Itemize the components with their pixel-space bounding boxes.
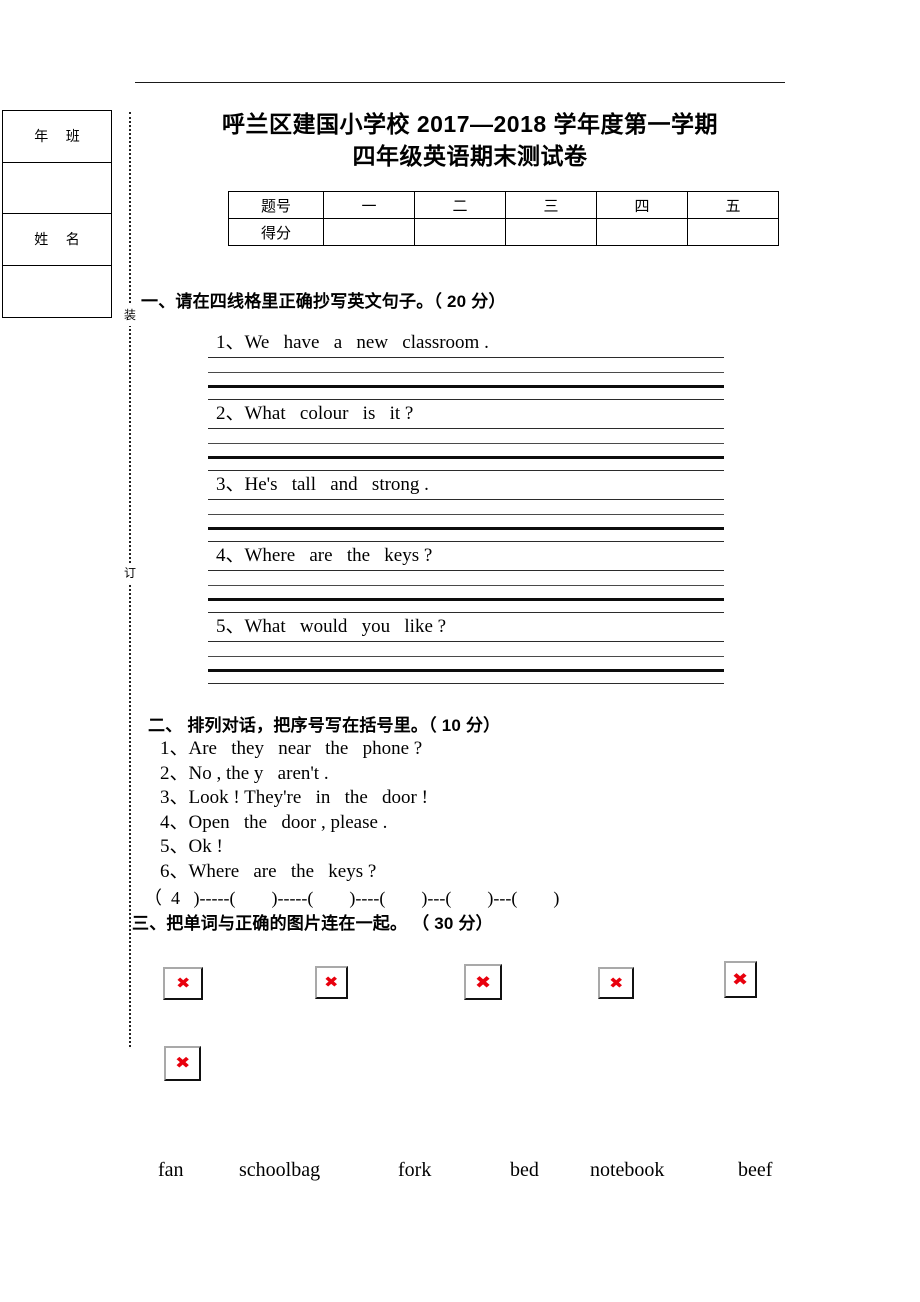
vocabulary-word-fork[interactable]: fork bbox=[398, 1159, 431, 1182]
question-number-2: 二 bbox=[414, 191, 506, 219]
grid-line-base bbox=[208, 598, 724, 601]
list-item: 5、Ok ! bbox=[160, 836, 223, 857]
broken-image-placeholder-6[interactable]: ✖ bbox=[164, 1046, 201, 1081]
dialogue-answer-blanks[interactable]: （ 4 )-----( )-----( )----( )---( )---( ) bbox=[144, 884, 559, 910]
grid-line-base bbox=[208, 385, 724, 388]
sentence-1: 1、We have a new classroom . bbox=[216, 332, 489, 353]
grid-line-bottom bbox=[208, 470, 724, 471]
vocabulary-word-beef[interactable]: beef bbox=[738, 1159, 772, 1182]
sentence-5: 5、What would you like ? bbox=[216, 616, 447, 637]
broken-image-placeholder-2[interactable]: ✖ bbox=[315, 966, 348, 999]
writing-grid-1: 1、We have a new classroom . bbox=[208, 330, 724, 401]
student-identification-box: 年 班 姓 名 bbox=[2, 110, 112, 318]
writing-grid-3: 3、He's tall and strong . bbox=[208, 472, 724, 543]
close-icon: ✖ bbox=[608, 974, 624, 992]
grid-line-upper bbox=[208, 443, 724, 444]
score-cell-2[interactable] bbox=[414, 218, 506, 246]
grid-line-top bbox=[208, 570, 724, 571]
table-row-question-numbers: 题号 一 二 三 四 五 bbox=[228, 191, 779, 219]
id-row-class-blank bbox=[3, 163, 111, 214]
list-item: 6、Where are the keys ? bbox=[160, 860, 377, 882]
four-line-writing-area: 1、We have a new classroom . 2、What colou… bbox=[208, 330, 724, 685]
close-icon: ✖ bbox=[732, 970, 749, 989]
table-row-scores: 得分 bbox=[228, 218, 779, 246]
grid-line-bottom bbox=[208, 399, 724, 400]
id-row-name: 姓 名 bbox=[3, 214, 111, 266]
writing-grid-5: 5、What would you like ? bbox=[208, 614, 724, 685]
grid-line-base bbox=[208, 527, 724, 530]
broken-image-placeholder-1[interactable]: ✖ bbox=[163, 967, 203, 1000]
grid-line-bottom bbox=[208, 541, 724, 542]
list-item: 1、Are they near the phone ? bbox=[160, 738, 423, 759]
score-cell-3[interactable] bbox=[505, 218, 597, 246]
sentence-4: 4、Where are the keys ? bbox=[216, 545, 433, 566]
sentence-2: 2、What colour is it ? bbox=[216, 403, 414, 424]
question-number-1: 一 bbox=[323, 191, 415, 219]
broken-image-placeholder-5[interactable]: ✖ bbox=[724, 961, 757, 998]
id-row-name-blank bbox=[3, 266, 111, 318]
list-item: 3、Look ! They're in the door ! bbox=[160, 787, 428, 808]
score-cell-4[interactable] bbox=[596, 218, 688, 246]
seal-label-ding: 订 bbox=[121, 563, 139, 584]
section-three-heading: 三、把单词与正确的图片连在一起。 （ 30 分） bbox=[132, 914, 493, 933]
row-header-question-number: 题号 bbox=[228, 191, 324, 219]
title-line-primary: 呼兰区建国小学校 2017—2018 学年度第一学期 bbox=[221, 111, 719, 137]
close-icon: ✖ bbox=[174, 1054, 191, 1072]
id-row-class: 年 班 bbox=[3, 111, 111, 163]
grid-line-bottom bbox=[208, 612, 724, 613]
dialogue-list: 1、Are they near the phone ? 2、No , the y… bbox=[160, 737, 428, 884]
close-icon: ✖ bbox=[474, 972, 492, 992]
grid-line-bottom bbox=[208, 683, 724, 684]
sentence-3: 3、He's tall and strong . bbox=[216, 474, 429, 495]
grid-line-upper bbox=[208, 585, 724, 586]
writing-grid-4: 4、Where are the keys ? bbox=[208, 543, 724, 614]
grid-line-base bbox=[208, 669, 724, 672]
grid-line-top bbox=[208, 428, 724, 429]
grid-line-top bbox=[208, 357, 724, 358]
grid-line-upper bbox=[208, 372, 724, 373]
title-line-secondary: 四年级英语期末测试卷 bbox=[352, 143, 588, 169]
question-number-3: 三 bbox=[505, 191, 597, 219]
close-icon: ✖ bbox=[324, 974, 339, 991]
grid-line-upper bbox=[208, 656, 724, 657]
grid-line-top bbox=[208, 499, 724, 500]
vocabulary-word-fan[interactable]: fan bbox=[158, 1159, 184, 1182]
vocabulary-word-schoolbag[interactable]: schoolbag bbox=[239, 1159, 320, 1182]
question-number-4: 四 bbox=[596, 191, 688, 219]
writing-grid-2: 2、What colour is it ? bbox=[208, 401, 724, 472]
question-number-5: 五 bbox=[687, 191, 779, 219]
score-cell-5[interactable] bbox=[687, 218, 779, 246]
seal-label-zhuang: 装 bbox=[121, 305, 139, 326]
broken-image-placeholder-3[interactable]: ✖ bbox=[464, 964, 502, 1000]
section-one-heading: 一、请在四线格里正确抄写英文句子。（ 20 分） bbox=[141, 292, 506, 311]
close-icon: ✖ bbox=[175, 975, 191, 992]
broken-image-placeholder-4[interactable]: ✖ bbox=[598, 967, 634, 999]
header-rule bbox=[135, 82, 785, 83]
vocabulary-word-bed[interactable]: bed bbox=[510, 1159, 539, 1182]
page-title: 呼兰区建国小学校 2017—2018 学年度第一学期 四年级英语期末测试卷 bbox=[150, 108, 790, 172]
grid-line-top bbox=[208, 641, 724, 642]
vocabulary-word-notebook[interactable]: notebook bbox=[590, 1159, 664, 1182]
score-cell-1[interactable] bbox=[323, 218, 415, 246]
score-table: 题号 一 二 三 四 五 得分 bbox=[228, 191, 779, 246]
section-two-heading: 二、 排列对话，把序号写在括号里。（ 10 分） bbox=[148, 716, 501, 735]
list-item: 4、Open the door , please . bbox=[160, 811, 388, 833]
grid-line-upper bbox=[208, 514, 724, 515]
grid-line-base bbox=[208, 456, 724, 459]
row-header-score: 得分 bbox=[228, 218, 324, 246]
list-item: 2、No , the y aren't . bbox=[160, 762, 329, 784]
